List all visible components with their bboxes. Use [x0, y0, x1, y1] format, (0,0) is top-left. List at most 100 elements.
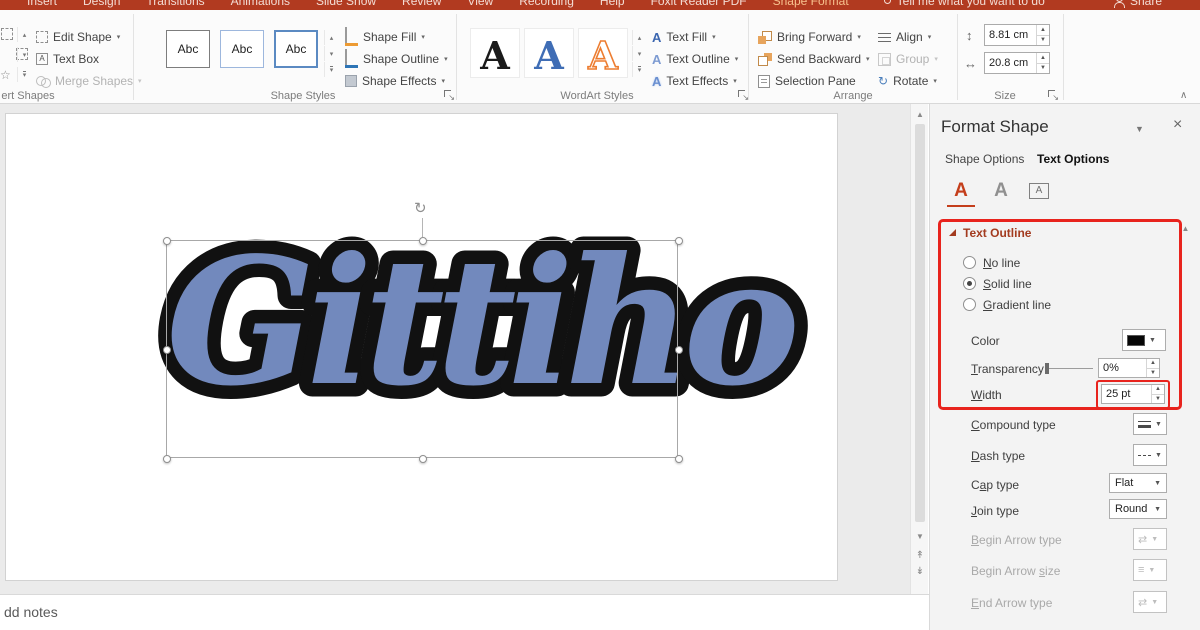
gallery-up-icon[interactable]: ▴ — [324, 30, 338, 45]
slide-canvas[interactable]: Gittiho ↻ — [5, 113, 838, 581]
shape-effects-button[interactable]: Shape Effects ▾ — [345, 71, 445, 91]
text-effects-tab-icon[interactable]: A — [987, 178, 1015, 204]
transparency-input[interactable] — [1099, 359, 1146, 377]
outline-color-picker[interactable]: ▼ — [1122, 329, 1166, 351]
tab-design[interactable]: Design — [70, 0, 133, 9]
begin-arrow-size-dropdown[interactable]: ≡ ▼ — [1133, 559, 1167, 581]
spinner-arrows[interactable]: ▲▼ — [1036, 25, 1049, 45]
transparency-slider-thumb[interactable] — [1045, 363, 1049, 374]
tab-review[interactable]: Review — [389, 0, 454, 9]
transparency-slider-track[interactable] — [1046, 368, 1093, 369]
textbox-tab-icon[interactable]: A — [1025, 178, 1053, 204]
selection-pane-button[interactable]: Selection Pane — [758, 71, 856, 91]
tab-transitions[interactable]: Transitions — [133, 0, 217, 9]
scrollbar-thumb[interactable] — [915, 124, 925, 522]
shape-style-thumbnail[interactable]: Abc — [220, 30, 264, 68]
resize-handle-s[interactable] — [419, 455, 427, 463]
slide-editor-area[interactable]: Gittiho ↻ — [0, 104, 910, 594]
width-input[interactable] — [1102, 385, 1151, 403]
spinner-arrows[interactable]: ▲▼ — [1151, 385, 1164, 403]
tab-help[interactable]: Help — [587, 0, 638, 9]
previous-slide-icon[interactable]: ↟ — [913, 548, 927, 562]
resize-handle-sw[interactable] — [163, 455, 171, 463]
transparency-field[interactable]: ▲▼ — [1098, 358, 1160, 378]
selection-box[interactable]: ↻ — [166, 240, 678, 458]
gallery-more-icon[interactable]: ▾ — [324, 62, 338, 77]
spinner-up-icon[interactable]: ▲ — [1147, 359, 1159, 368]
notes-placeholder[interactable]: dd notes — [4, 604, 58, 620]
wordart-style-thumbnail[interactable]: A — [578, 28, 628, 78]
wordart-style-thumbnail[interactable]: A — [524, 28, 574, 78]
size-dialog-launcher-icon[interactable] — [1047, 89, 1057, 99]
gallery-more-icon[interactable]: ▾ — [632, 62, 646, 77]
gallery-up-icon[interactable]: ▴ — [632, 30, 646, 45]
merge-shapes-button[interactable]: Merge Shapes ▾ — [36, 71, 142, 91]
dash-type-dropdown[interactable]: ▼ — [1133, 444, 1167, 466]
gradient-line-label[interactable]: Gradient line — [983, 298, 1051, 312]
resize-handle-e[interactable] — [675, 346, 683, 354]
spinner-up-icon[interactable]: ▲ — [1152, 385, 1164, 394]
begin-arrow-type-dropdown[interactable]: ⇄ ▼ — [1133, 528, 1167, 550]
text-effects-button[interactable]: A Text Effects ▾ — [652, 71, 737, 91]
notes-bar[interactable]: dd notes — [0, 594, 929, 630]
resize-handle-ne[interactable] — [675, 237, 683, 245]
group-button[interactable]: Group ▾ — [878, 49, 938, 69]
spinner-down-icon[interactable]: ▼ — [1147, 368, 1159, 378]
tell-me-box[interactable]: Tell me what you want to do — [884, 0, 1045, 9]
gallery-down-icon[interactable]: ▾ — [632, 46, 646, 61]
share-button[interactable]: Share — [1113, 0, 1162, 9]
gallery-down-icon[interactable]: ▾ — [324, 46, 338, 61]
cap-type-combo[interactable]: Flat ▼ — [1109, 473, 1167, 493]
compound-type-dropdown[interactable]: ▼ — [1133, 413, 1167, 435]
close-icon[interactable]: × — [1173, 116, 1182, 134]
scroll-up-icon[interactable]: ▲ — [913, 107, 927, 121]
send-backward-button[interactable]: Send Backward ▾ — [758, 49, 870, 69]
wordart-styles-dialog-launcher-icon[interactable] — [737, 89, 747, 99]
solid-line-label[interactable]: Solid line — [983, 277, 1032, 291]
spinner-up-icon[interactable]: ▲ — [1037, 25, 1049, 35]
tab-foxit-reader-pdf[interactable]: Foxit Reader PDF — [638, 0, 760, 9]
resize-handle-se[interactable] — [675, 455, 683, 463]
shape-gallery-cut-icon[interactable] — [1, 28, 13, 40]
spinner-down-icon[interactable]: ▼ — [1037, 35, 1049, 46]
shape-styles-dialog-launcher-icon[interactable] — [443, 89, 453, 99]
star-shape-icon[interactable]: ☆ — [0, 68, 11, 82]
text-outline-button[interactable]: A Text Outline ▾ — [652, 49, 738, 69]
align-button[interactable]: Align ▾ — [878, 27, 931, 47]
pane-options-chevron-icon[interactable]: ▼ — [1135, 124, 1144, 134]
spinner-arrows[interactable]: ▲▼ — [1146, 359, 1159, 377]
shape-width-input[interactable] — [985, 53, 1036, 73]
shape-width-field[interactable]: ▲▼ — [984, 52, 1050, 74]
wordart-style-thumbnail[interactable]: A — [470, 28, 520, 78]
gallery-more-icon[interactable]: ▾ — [17, 67, 31, 82]
tab-shape-options[interactable]: Shape Options — [945, 152, 1024, 166]
tab-shape-format[interactable]: Shape Format — [760, 0, 862, 9]
tab-recording[interactable]: Recording — [506, 0, 587, 9]
gradient-line-radio[interactable] — [963, 298, 976, 311]
tab-insert[interactable]: Insert — [14, 0, 70, 9]
resize-handle-w[interactable] — [163, 346, 171, 354]
editor-scrollbar[interactable]: ▲ ▼ ↟ ↡ — [910, 104, 928, 594]
text-outline-section-header[interactable]: Text Outline — [963, 226, 1031, 240]
spinner-down-icon[interactable]: ▼ — [1037, 63, 1049, 74]
shape-height-input[interactable] — [985, 25, 1036, 45]
tab-view[interactable]: View — [454, 0, 506, 9]
no-line-label[interactable]: No line — [983, 256, 1020, 270]
spinner-arrows[interactable]: ▲▼ — [1036, 53, 1049, 73]
tab-slide-show[interactable]: Slide Show — [303, 0, 389, 9]
end-arrow-type-dropdown[interactable]: ⇄ ▼ — [1133, 591, 1167, 613]
bring-forward-button[interactable]: Bring Forward ▾ — [758, 27, 861, 47]
text-box-button[interactable]: A Text Box — [36, 49, 99, 69]
edit-shape-button[interactable]: Edit Shape ▾ — [36, 27, 120, 47]
text-fill-button[interactable]: A Text Fill ▾ — [652, 27, 716, 47]
rotate-handle-icon[interactable]: ↻ — [414, 201, 427, 216]
tab-text-options[interactable]: Text Options — [1037, 152, 1109, 166]
shape-outline-button[interactable]: Shape Outline ▾ — [345, 49, 448, 69]
shape-style-thumbnail[interactable]: Abc — [166, 30, 210, 68]
next-slide-icon[interactable]: ↡ — [913, 564, 927, 578]
text-fill-outline-tab-icon[interactable]: A — [947, 178, 975, 204]
spinner-up-icon[interactable]: ▲ — [1037, 53, 1049, 63]
scroll-down-icon[interactable]: ▼ — [913, 529, 927, 543]
join-type-combo[interactable]: Round ▼ — [1109, 499, 1167, 519]
resize-handle-nw[interactable] — [163, 237, 171, 245]
